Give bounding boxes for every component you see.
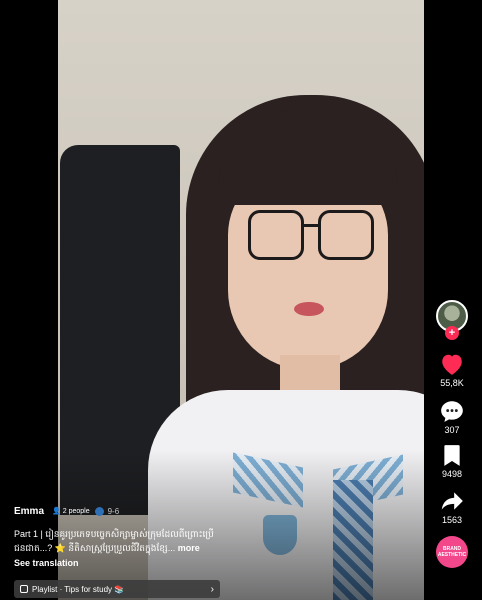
comment-count: 307 (444, 425, 460, 435)
share-count: 1563 (441, 515, 463, 525)
share-button[interactable]: 1563 (430, 489, 474, 526)
follow-plus-icon[interactable]: + (445, 326, 459, 340)
glasses (248, 210, 374, 262)
author-row: Emma 👤 2 people 9-6 (14, 505, 424, 517)
viewers-text: 2 people (62, 507, 90, 515)
playlist-icon (20, 585, 28, 593)
lips (294, 302, 324, 316)
bookmark-icon (430, 443, 474, 467)
author-avatar-button[interactable]: + (430, 300, 474, 342)
save-button[interactable]: 9498 (430, 443, 474, 480)
save-count: 9498 (441, 469, 463, 479)
like-button[interactable]: 55,8K (430, 352, 474, 389)
person-icon: 👤 (52, 508, 61, 515)
caption[interactable]: Part 1 | រៀនគូរប្រភេទបច្ចេកសិក្សាម្ចាស់ក… (14, 527, 224, 555)
comment-icon (430, 399, 474, 423)
playlist-bar[interactable]: Playlist · Tips for study 📚 › (14, 580, 220, 598)
globe-icon (94, 506, 104, 516)
video-info: Emma 👤 2 people 9-6 Part 1 | រៀនគូរប្រភេ… (14, 505, 424, 569)
viewers-badge: 👤 2 people (52, 506, 104, 516)
like-count: 55,8K (440, 378, 464, 388)
chevron-right-icon: › (210, 583, 214, 595)
comment-button[interactable]: 307 (430, 399, 474, 436)
share-arrow-icon (430, 489, 474, 513)
heart-icon (430, 352, 474, 376)
music-disc-icon: BRAND AESTHETIC (436, 536, 468, 568)
playlist-label: Playlist · Tips for study 📚 (32, 584, 125, 594)
see-translation-link[interactable]: See translation (14, 558, 424, 568)
music-disc-button[interactable]: BRAND AESTHETIC (430, 536, 474, 568)
more-link[interactable]: more (178, 543, 200, 553)
post-date: 9-6 (107, 506, 120, 516)
author-name[interactable]: Emma (14, 506, 44, 517)
